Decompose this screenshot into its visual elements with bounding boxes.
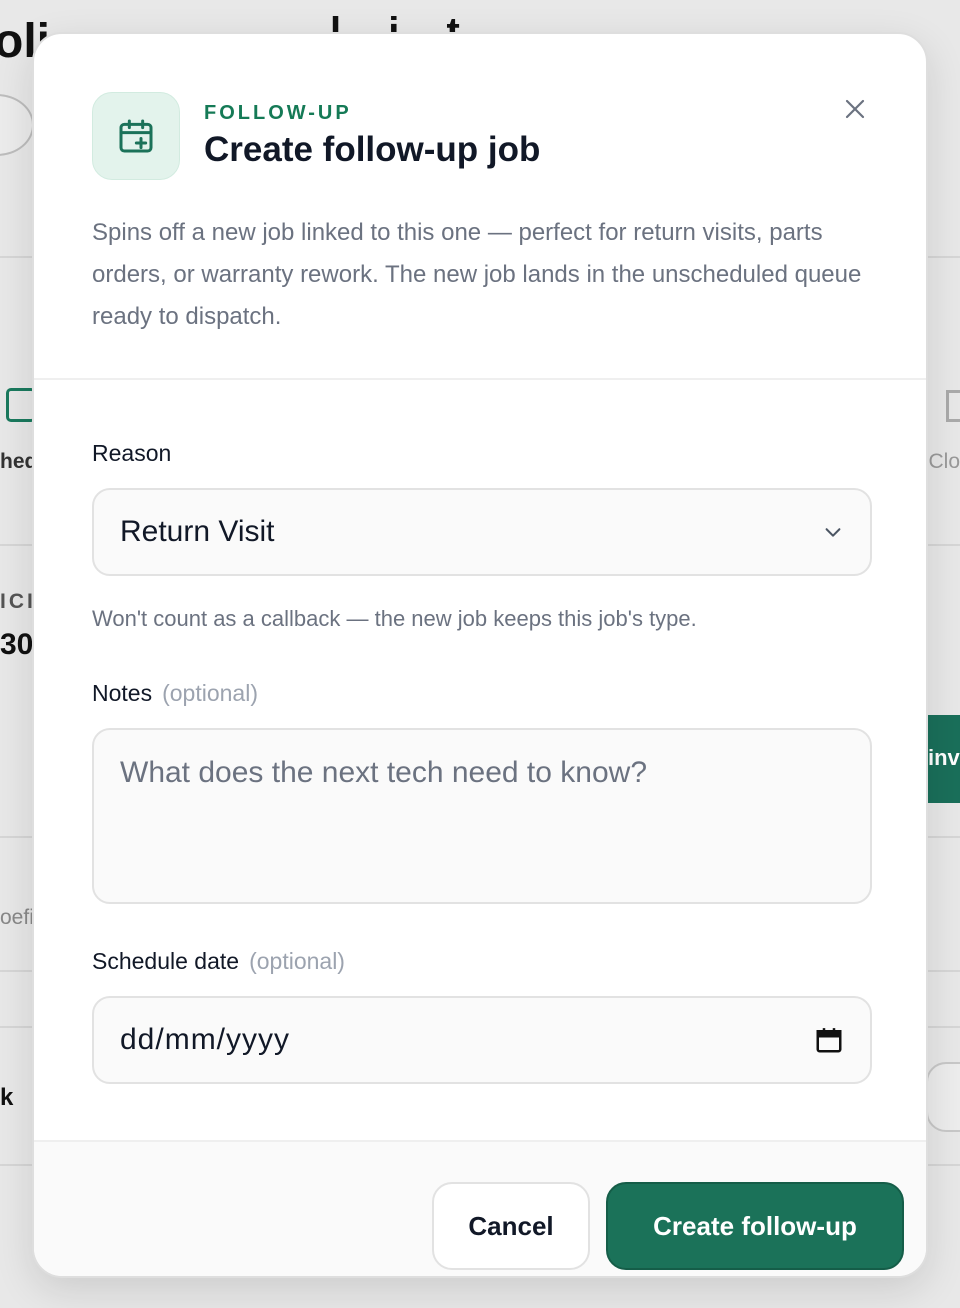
cancel-button[interactable]: Cancel — [432, 1182, 590, 1270]
background-label: Clo — [928, 450, 960, 473]
background-value: 30 — [0, 628, 34, 661]
close-button[interactable] — [840, 94, 870, 124]
close-icon — [845, 99, 865, 119]
schedule-date-value: dd/mm/yyyy — [120, 1023, 291, 1056]
schedule-optional-tag: (optional) — [249, 948, 345, 974]
reason-hint: Won't count as a callback — the new job … — [92, 606, 697, 631]
dialog-title: Create follow-up job — [204, 130, 541, 169]
schedule-date-label-text: Schedule date — [92, 948, 240, 974]
background-green-button: inv — [924, 715, 960, 803]
dialog-description: Spins off a new job linked to this one —… — [92, 219, 862, 330]
schedule-date-input[interactable]: dd/mm/yyyy — [92, 996, 872, 1084]
notes-label: Notes (optional) — [92, 680, 258, 707]
background-archive-icon — [946, 390, 960, 422]
calendar-icon[interactable] — [814, 1025, 844, 1055]
create-follow-up-button[interactable]: Create follow-up — [606, 1182, 904, 1270]
dialog-eyebrow: FOLLOW-UP — [204, 102, 352, 124]
background-label: oefi — [0, 906, 34, 929]
chevron-down-icon — [825, 528, 841, 537]
calendar-plus-icon — [119, 119, 153, 153]
reason-select[interactable]: Return Visit — [92, 488, 872, 576]
background-round-button — [926, 1062, 960, 1132]
follow-up-dialog: FOLLOW-UP Create follow-up job Spins off… — [32, 32, 928, 1278]
header-icon-tile — [92, 92, 180, 180]
notes-label-text: Notes — [92, 680, 153, 706]
notes-textarea[interactable]: What does the next tech need to know? — [92, 728, 872, 904]
background-circle-button — [0, 94, 34, 156]
dialog-footer: Cancel Create follow-up — [34, 1140, 926, 1276]
schedule-date-label: Schedule date (optional) — [92, 948, 345, 975]
section-divider — [34, 378, 926, 380]
reason-select-value: Return Visit — [120, 515, 275, 548]
background-label: ICI — [0, 590, 36, 613]
background-label: k — [0, 1084, 14, 1111]
notes-optional-tag: (optional) — [162, 680, 258, 706]
reason-label: Reason — [92, 440, 172, 466]
